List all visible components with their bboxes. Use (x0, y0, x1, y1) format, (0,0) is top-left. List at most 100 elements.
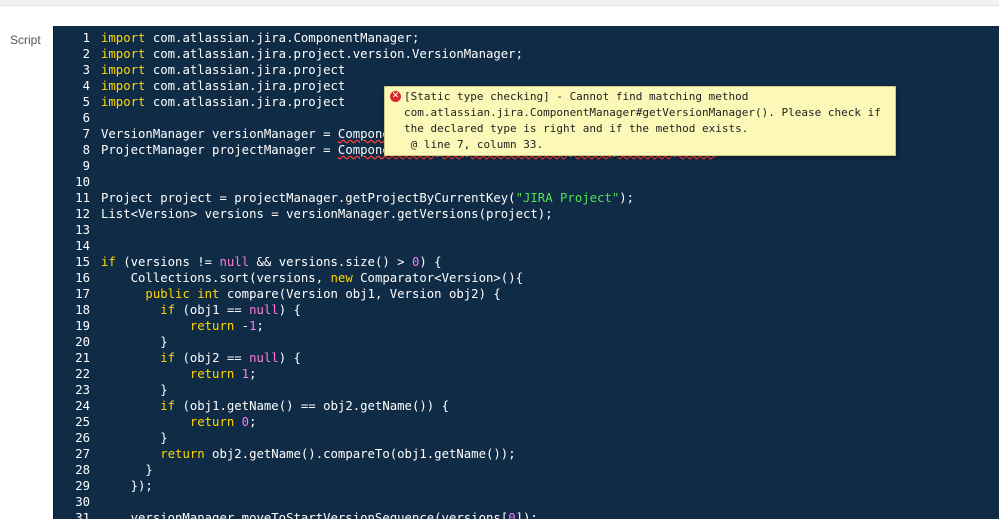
code-text[interactable]: import com.atlassian.jira.project (101, 78, 345, 94)
code-text[interactable]: return 0; (101, 414, 257, 430)
code-line[interactable]: 21 if (obj2 == null) { (54, 350, 999, 366)
code-token: ]); (515, 511, 538, 519)
code-text[interactable]: public int compare(Version obj1, Version… (101, 286, 500, 302)
tooltip-line: @ line 7, column 33. (404, 138, 544, 151)
code-token: } (101, 335, 168, 349)
code-token: ; (249, 367, 257, 381)
code-line[interactable]: 29 }); (54, 478, 999, 494)
line-number: 5 (82, 95, 90, 109)
code-line[interactable]: 24 if (obj1.getName() == obj2.getName())… (54, 398, 999, 414)
line-number: 13 (75, 223, 90, 237)
code-text[interactable]: } (101, 382, 167, 398)
code-token: versionManager.moveToStartVersionSequenc… (101, 511, 509, 519)
code-token: int (197, 287, 220, 301)
code-token: com.atlassian.jira.project (145, 63, 346, 77)
line-number: 22 (75, 367, 90, 381)
code-text[interactable]: import com.atlassian.jira.project (101, 94, 345, 110)
line-number: 31 (75, 511, 90, 519)
tooltip-line: [Static type checking] - Cannot find mat… (404, 90, 749, 103)
code-text[interactable]: }); (101, 478, 153, 494)
code-line[interactable]: 27 return obj2.getName().compareTo(obj1.… (54, 446, 999, 462)
code-line[interactable]: 15 if (versions != null && versions.size(… (54, 254, 999, 270)
code-token: com.atlassian.jira.project (145, 79, 346, 93)
line-number: 8 (82, 143, 90, 157)
tooltip-line: the declared type is right and if the me… (404, 122, 749, 135)
code-token: import (101, 95, 146, 109)
code-text[interactable]: return -1; (101, 318, 264, 334)
line-number: 2 (82, 47, 90, 61)
code-line[interactable]: 18 if (obj1 == null) { (54, 302, 999, 318)
code-token: if (160, 351, 176, 365)
code-text[interactable]: if (obj2 == null) { (101, 350, 301, 366)
code-line[interactable]: 11 Project project = projectManager.getPr… (54, 190, 999, 206)
code-token: obj2.getName().compareTo(obj1.getName())… (204, 447, 516, 461)
code-token: new (330, 271, 353, 285)
code-text[interactable]: if (versions != null && versions.size() … (101, 254, 442, 270)
code-line[interactable]: 30 (54, 494, 999, 510)
code-line[interactable]: 14 (54, 238, 999, 254)
code-line[interactable]: 13 (54, 222, 999, 238)
code-token: import (101, 47, 146, 61)
code-token: - (234, 319, 250, 333)
code-line[interactable]: 3 import com.atlassian.jira.project (54, 62, 999, 78)
code-line[interactable]: 10 (54, 174, 999, 190)
code-text[interactable]: Project project = projectManager.getProj… (101, 190, 634, 206)
line-number: 7 (82, 127, 90, 141)
line-number: 29 (75, 479, 90, 493)
code-token: && versions.size() > (249, 255, 412, 269)
code-line[interactable]: 12 List<Version> versions = versionManage… (54, 206, 999, 222)
code-line[interactable]: 9 (54, 158, 999, 174)
code-text[interactable]: } (101, 334, 168, 350)
code-text[interactable]: } (101, 430, 168, 446)
script-field-label: Script (10, 33, 41, 47)
code-line[interactable]: 20 } (54, 334, 999, 350)
code-editor[interactable]: 1 import com.atlassian.jira.ComponentMana… (53, 26, 999, 519)
line-number: 19 (75, 319, 90, 333)
line-number: 18 (75, 303, 90, 317)
error-tooltip: ✕ [Static type checking] - Cannot find m… (384, 86, 896, 156)
line-number: 11 (75, 191, 90, 205)
code-text[interactable]: } (101, 462, 153, 478)
code-text[interactable]: Collections.sort(versions, new Comparato… (101, 270, 523, 286)
code-text[interactable]: return 1; (101, 366, 257, 382)
code-token: null (219, 255, 250, 269)
code-line[interactable]: 2 import com.atlassian.jira.project.versi… (54, 46, 999, 62)
code-line[interactable]: 16 Collections.sort(versions, new Compar… (54, 270, 999, 286)
code-token: ; (256, 319, 264, 333)
code-text[interactable]: import com.atlassian.jira.project (101, 62, 345, 78)
code-text[interactable]: if (obj1.getName() == obj2.getName()) { (101, 398, 449, 414)
code-line[interactable]: 31 versionManager.moveToStartVersionSequ… (54, 510, 999, 519)
code-line[interactable]: 19 return -1; (54, 318, 999, 334)
code-token: (obj2 == (175, 351, 250, 365)
code-line[interactable]: 25 return 0; (54, 414, 999, 430)
code-token: } (101, 431, 168, 445)
code-text[interactable]: import com.atlassian.jira.project.versio… (101, 46, 523, 62)
code-text[interactable]: import com.atlassian.jira.ComponentManag… (101, 30, 419, 46)
line-number: 23 (75, 383, 90, 397)
code-token: com.atlassian.jira.ComponentManager; (145, 31, 420, 45)
code-line[interactable]: 1 import com.atlassian.jira.ComponentMana… (54, 30, 999, 46)
code-text[interactable]: versionManager.moveToStartVersionSequenc… (101, 510, 538, 519)
line-number: 26 (75, 431, 90, 445)
code-line[interactable]: 17 public int compare(Version obj1, Vers… (54, 286, 999, 302)
code-line[interactable]: 22 return 1; (54, 366, 999, 382)
line-number: 3 (82, 63, 90, 77)
code-token: } (101, 463, 153, 477)
code-line[interactable]: 23 } (54, 382, 999, 398)
code-text[interactable]: List<Version> versions = versionManager.… (101, 206, 553, 222)
code-line[interactable]: 28 } (54, 462, 999, 478)
line-number: 25 (75, 415, 90, 429)
code-token: if (160, 303, 176, 317)
code-line[interactable]: 26 } (54, 430, 999, 446)
code-text[interactable]: if (obj1 == null) { (101, 302, 301, 318)
code-token: return (189, 415, 235, 429)
code-text[interactable]: return obj2.getName().compareTo(obj1.get… (101, 446, 516, 462)
line-number: 28 (75, 463, 90, 477)
